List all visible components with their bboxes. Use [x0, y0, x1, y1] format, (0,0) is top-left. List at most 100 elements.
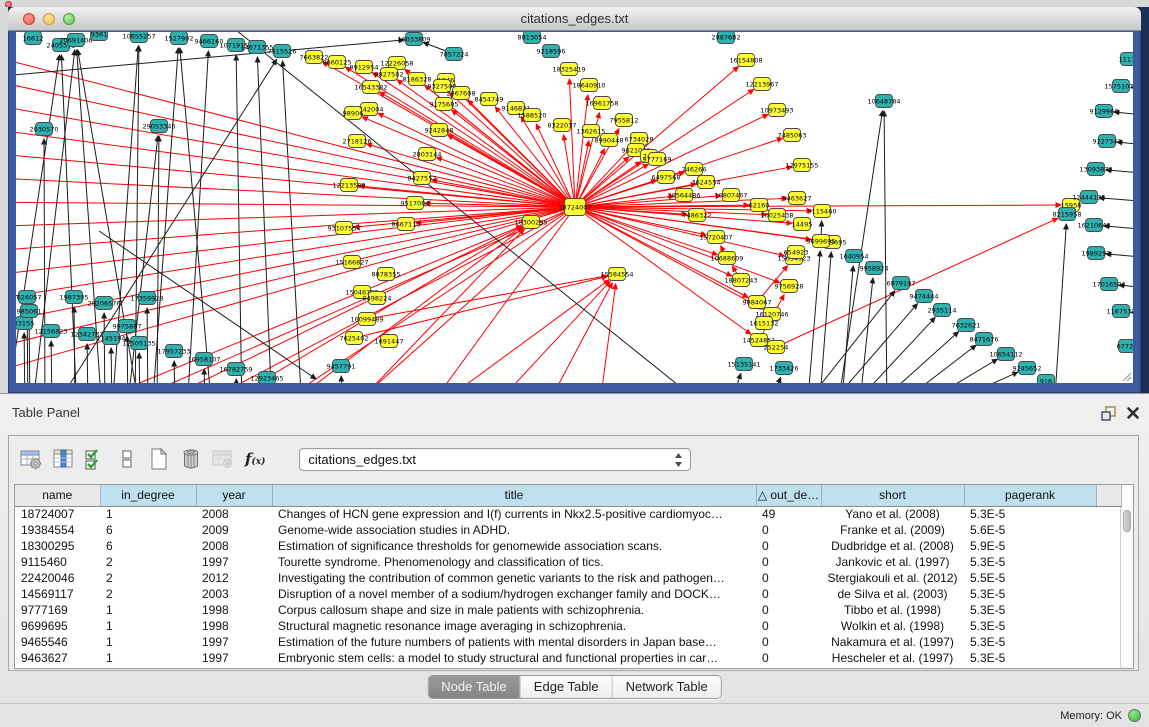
table-row[interactable]: 977716911998Corpus callosum shape and si…: [15, 602, 1121, 618]
cell-pagerank[interactable]: 5.3E-5: [964, 650, 1096, 666]
column-header-short[interactable]: short: [821, 485, 964, 506]
cell-short[interactable]: Stergiakouli et al. (2012): [821, 570, 964, 586]
table-row[interactable]: 2242004622012Investigating the contribut…: [15, 570, 1121, 586]
cell-name[interactable]: 18300295: [15, 538, 100, 554]
table-row[interactable]: 946554611997Estimation of the future num…: [15, 634, 1121, 650]
cell-title[interactable]: Investigating the contribution of common…: [272, 570, 756, 586]
cell-filler[interactable]: [1096, 554, 1121, 570]
unselect-all-columns-button[interactable]: [115, 447, 139, 471]
cell-title[interactable]: Corpus callosum shape and size in male p…: [272, 602, 756, 618]
float-panel-icon[interactable]: [1100, 405, 1117, 422]
cell-in_degree[interactable]: 1: [100, 506, 196, 522]
cell-filler[interactable]: [1096, 586, 1121, 602]
cell-title[interactable]: Genome-wide association studies in ADHD.: [272, 522, 756, 538]
cell-title[interactable]: Structural magnetic resonance image aver…: [272, 618, 756, 634]
cell-out_de…[interactable]: 0: [756, 538, 821, 554]
cell-name[interactable]: 14569117: [15, 586, 100, 602]
cell-pagerank[interactable]: 5.9E-5: [964, 538, 1096, 554]
delete-columns-button[interactable]: [179, 447, 203, 471]
cell-in_degree[interactable]: 1: [100, 650, 196, 666]
cell-year[interactable]: 2009: [196, 522, 272, 538]
cell-filler[interactable]: [1096, 618, 1121, 634]
tab-network-table[interactable]: Network Table: [613, 676, 721, 698]
cell-filler[interactable]: [1096, 538, 1121, 554]
cell-out_de…[interactable]: 0: [756, 570, 821, 586]
column-header-pagerank[interactable]: pagerank: [964, 485, 1096, 506]
cell-pagerank[interactable]: 5.3E-5: [964, 586, 1096, 602]
resize-grip-icon[interactable]: [1120, 370, 1132, 382]
cell-short[interactable]: Tibbo et al. (1998): [821, 602, 964, 618]
cell-name[interactable]: 22420046: [15, 570, 100, 586]
cell-title[interactable]: Disruption of a novel member of a sodium…: [272, 586, 756, 602]
cell-year[interactable]: 2003: [196, 586, 272, 602]
cell-out_de…[interactable]: 0: [756, 650, 821, 666]
cell-year[interactable]: 1998: [196, 602, 272, 618]
cell-filler[interactable]: [1096, 634, 1121, 650]
cell-pagerank[interactable]: 5.3E-5: [964, 634, 1096, 650]
tab-node-table[interactable]: Node Table: [428, 676, 521, 698]
cell-name[interactable]: 9777169: [15, 602, 100, 618]
cell-in_degree[interactable]: 1: [100, 602, 196, 618]
table-row[interactable]: 1456911722003Disruption of a novel membe…: [15, 586, 1121, 602]
show-columns-button[interactable]: [51, 447, 75, 471]
column-header-in_degree[interactable]: in_degree: [100, 485, 196, 506]
cell-short[interactable]: Jankovic et al. (1997): [821, 554, 964, 570]
cell-pagerank[interactable]: 5.3E-5: [964, 506, 1096, 522]
table-options-button[interactable]: [19, 447, 43, 471]
cell-out_de…[interactable]: 0: [756, 602, 821, 618]
cell-name[interactable]: 9699695: [15, 618, 100, 634]
cell-pagerank[interactable]: 5.5E-5: [964, 570, 1096, 586]
cell-filler[interactable]: [1096, 522, 1121, 538]
cell-name[interactable]: 9463627: [15, 650, 100, 666]
table-row[interactable]: 1938455462009Genome-wide association stu…: [15, 522, 1121, 538]
cell-name[interactable]: 18724007: [15, 506, 100, 522]
cell-filler[interactable]: [1096, 650, 1121, 666]
cell-short[interactable]: de Silva et al. (2003): [821, 586, 964, 602]
cell-title[interactable]: Embryonic stem cells: a model to study s…: [272, 650, 756, 666]
table-scrollbar[interactable]: [1120, 507, 1133, 668]
cell-short[interactable]: Nakamura et al. (1997): [821, 634, 964, 650]
cell-filler[interactable]: [1096, 570, 1121, 586]
cell-out_de…[interactable]: 0: [756, 554, 821, 570]
cell-out_de…[interactable]: 49: [756, 506, 821, 522]
cell-year[interactable]: 2008: [196, 506, 272, 522]
new-column-button[interactable]: [147, 447, 171, 471]
cell-title[interactable]: Changes of HCN gene expression and I(f) …: [272, 506, 756, 522]
network-graph[interactable]: 1661224055722069140693611065525715279029…: [16, 32, 1133, 383]
cell-pagerank[interactable]: 5.3E-5: [964, 602, 1096, 618]
close-panel-icon[interactable]: [1126, 406, 1140, 420]
cell-filler[interactable]: [1096, 602, 1121, 618]
table-row[interactable]: 969969511998Structural magnetic resonanc…: [15, 618, 1121, 634]
cell-pagerank[interactable]: 5.3E-5: [964, 618, 1096, 634]
cell-short[interactable]: Wolkin et al. (1998): [821, 618, 964, 634]
cell-pagerank[interactable]: 5.6E-5: [964, 522, 1096, 538]
cell-out_de…[interactable]: 0: [756, 634, 821, 650]
cell-name[interactable]: 19384554: [15, 522, 100, 538]
table-row[interactable]: 1872400712008Changes of HCN gene express…: [15, 506, 1121, 522]
cell-filler[interactable]: [1096, 506, 1121, 522]
table-selector-dropdown[interactable]: citations_edges.txt: [299, 448, 691, 471]
cell-out_de…[interactable]: 0: [756, 586, 821, 602]
table-scrollbar-thumb[interactable]: [1123, 510, 1131, 532]
cell-in_degree[interactable]: 6: [100, 538, 196, 554]
cell-out_de…[interactable]: 0: [756, 522, 821, 538]
cell-short[interactable]: Dudbridge et al. (2008): [821, 538, 964, 554]
cell-year[interactable]: 2012: [196, 570, 272, 586]
select-all-columns-button[interactable]: [83, 447, 107, 471]
cell-short[interactable]: Yano et al. (2008): [821, 506, 964, 522]
cell-out_de…[interactable]: 0: [756, 618, 821, 634]
cell-in_degree[interactable]: 1: [100, 618, 196, 634]
cell-in_degree[interactable]: 1: [100, 634, 196, 650]
table-row[interactable]: 1830029562008Estimation of significance …: [15, 538, 1121, 554]
network-canvas[interactable]: 1661224055722069140693611065525715279029…: [16, 32, 1133, 383]
column-header-filler[interactable]: [1096, 485, 1121, 506]
cell-in_degree[interactable]: 6: [100, 522, 196, 538]
cell-name[interactable]: 9115460: [15, 554, 100, 570]
cell-name[interactable]: 9465546: [15, 634, 100, 650]
cell-title[interactable]: Tourette syndrome. Phenomenology and cla…: [272, 554, 756, 570]
cell-year[interactable]: 1997: [196, 634, 272, 650]
table-row[interactable]: 946362711997Embryonic stem cells: a mode…: [15, 650, 1121, 666]
cell-year[interactable]: 1997: [196, 554, 272, 570]
window-titlebar[interactable]: citations_edges.txt: [8, 7, 1141, 31]
function-builder-button[interactable]: f(x): [245, 450, 265, 468]
